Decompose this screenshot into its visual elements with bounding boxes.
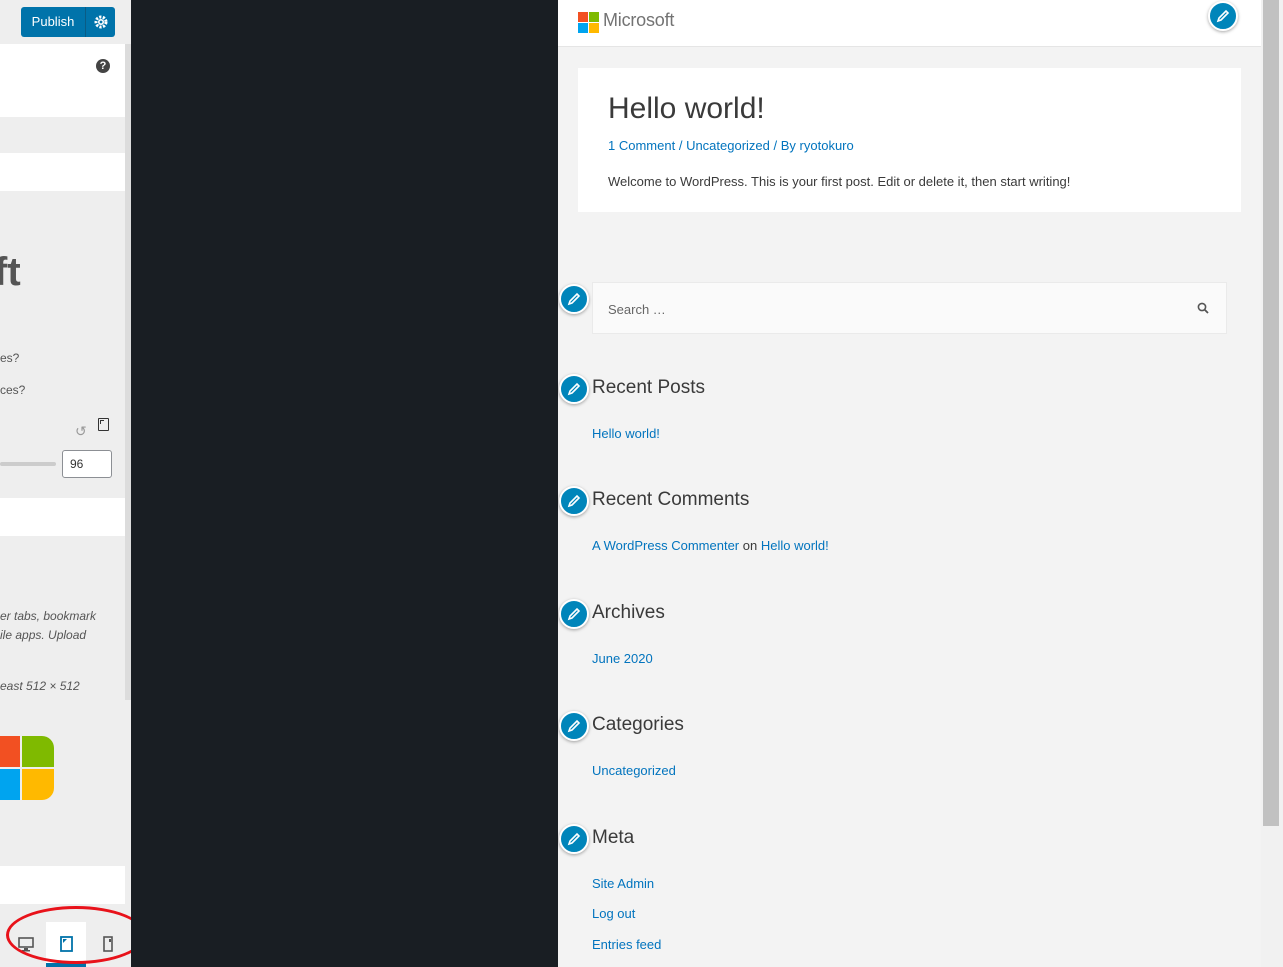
publish-button[interactable]: Publish <box>21 7 85 37</box>
search-placeholder: Search … <box>608 302 666 317</box>
author-link[interactable]: ryotokuro <box>800 138 854 153</box>
edit-shortcut-pencil-icon[interactable] <box>559 486 589 516</box>
reset-icon[interactable]: ↺ <box>75 424 89 438</box>
site-brand[interactable]: Microsoft <box>603 10 674 31</box>
comments-link[interactable]: 1 Comment <box>608 138 675 153</box>
edit-shortcut-pencil-icon[interactable] <box>559 374 589 404</box>
site-header: Microsoft <box>558 0 1261 47</box>
edit-shortcut-pencil-icon[interactable] <box>559 711 589 741</box>
widget-title-recent-comments: Recent Comments <box>592 489 750 510</box>
recent-comment-item: A WordPress Commenter on Hello world! <box>592 538 829 553</box>
widget-title-categories: Categories <box>592 714 684 735</box>
search-input[interactable]: Search … <box>592 282 1227 334</box>
width-slider[interactable] <box>0 462 56 466</box>
category-link[interactable]: Uncategorized <box>592 763 676 778</box>
widget-title-recent-posts: Recent Posts <box>592 377 705 398</box>
meta-separator: / <box>678 138 687 153</box>
meta-link-log-out[interactable]: Log out <box>592 906 635 921</box>
widget-title-archives: Archives <box>592 602 665 623</box>
sidebar-scrollbar[interactable] <box>125 44 131 700</box>
comment-post-link[interactable]: Hello world! <box>761 538 829 553</box>
site-icon-preview[interactable] <box>0 736 54 800</box>
section-panel-bottom[interactable] <box>0 866 125 904</box>
tablet-responsive-icon[interactable] <box>98 418 109 431</box>
category-link[interactable]: Uncategorized <box>686 138 770 153</box>
widget-title-meta: Meta <box>592 827 635 848</box>
site-preview: Microsoft Hello world! 1 Comment / Uncat… <box>558 0 1261 967</box>
edit-shortcut-pencil-icon[interactable] <box>559 824 589 854</box>
microsoft-logo-icon[interactable] <box>578 12 599 33</box>
option-fragment: ces? <box>0 383 26 397</box>
section-divider-panel <box>0 498 125 536</box>
post-meta: 1 Comment / Uncategorized / By ryotokuro <box>608 138 854 153</box>
site-title-fragment: ft <box>0 250 21 294</box>
site-icon-description: ile apps. Upload <box>0 628 87 642</box>
search-icon[interactable] <box>1197 302 1209 314</box>
customizer-sidebar: Publish ? ft es? ces? ↺ er tabs, bookmar… <box>0 0 131 967</box>
comment-author-link[interactable]: A WordPress Commenter <box>592 538 739 553</box>
width-number-input[interactable] <box>62 450 112 478</box>
edit-shortcut-pencil-icon[interactable] <box>559 284 589 314</box>
option-fragment: es? <box>0 351 20 365</box>
post-title[interactable]: Hello world! <box>608 92 765 126</box>
help-icon[interactable]: ? <box>96 59 110 73</box>
recent-post-link[interactable]: Hello world! <box>592 426 660 441</box>
publish-settings-button[interactable] <box>85 7 115 37</box>
text-field-panel[interactable] <box>0 153 125 191</box>
comment-on-label: on <box>742 538 758 553</box>
edit-shortcut-pencil-icon[interactable] <box>1208 1 1238 31</box>
site-icon-description: east 512 × 512 <box>0 679 80 693</box>
post-card: Hello world! 1 Comment / Uncategorized /… <box>578 68 1241 212</box>
edit-shortcut-pencil-icon[interactable] <box>559 599 589 629</box>
meta-separator: / <box>773 138 781 153</box>
site-icon-description: er tabs, bookmark <box>0 609 97 623</box>
meta-link-site-admin[interactable]: Site Admin <box>592 876 654 891</box>
section-header-panel <box>0 44 125 117</box>
meta-link-entries-feed[interactable]: Entries feed <box>592 937 661 952</box>
archive-link[interactable]: June 2020 <box>592 651 653 666</box>
gear-icon <box>94 15 108 29</box>
preview-scrollbar-thumb[interactable] <box>1263 0 1279 826</box>
post-excerpt: Welcome to WordPress. This is your first… <box>608 174 1071 189</box>
by-label: By <box>780 138 796 153</box>
